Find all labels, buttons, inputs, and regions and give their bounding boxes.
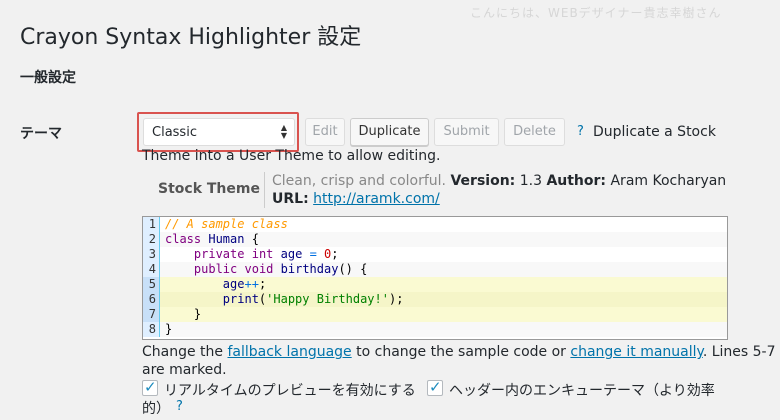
sample-note-line-2: are marked. <box>142 362 227 378</box>
line-number: 5 <box>143 277 160 292</box>
code-token: ); <box>388 292 404 306</box>
theme-description-line: Clean, crisp and colorful. Version: 1.3 … <box>272 173 726 189</box>
code-token: } <box>193 307 202 321</box>
code-token: age <box>222 277 245 291</box>
enqueue-theme-checkbox[interactable]: ✓ <box>427 378 443 396</box>
line-number: 7 <box>143 307 160 322</box>
code-token: { <box>251 232 259 246</box>
line-number: 8 <box>143 322 160 337</box>
code-line: 2 class Human { <box>143 232 727 247</box>
code-token: = <box>309 247 317 261</box>
line-number: 1 <box>143 217 160 232</box>
version-key: Version: <box>450 173 516 189</box>
checkmark-icon: ✓ <box>429 378 442 396</box>
line-number: 6 <box>143 292 160 307</box>
enqueue-theme-label: ヘッダー内のエンキューテーマ（より効率 <box>449 383 715 399</box>
help-text-line-1: Duplicate a Stock <box>593 124 716 140</box>
url-key: URL: <box>272 191 309 207</box>
theme-select[interactable]: Classic ▲ ▼ <box>143 118 295 146</box>
code-token: ; <box>331 247 339 261</box>
line-number: 4 <box>143 262 160 277</box>
page-title: Crayon Syntax Highlighter 設定 <box>20 25 362 50</box>
note-suffix: . Lines 5-7 <box>702 344 776 360</box>
code-token: class <box>165 232 202 246</box>
code-line-marked: 5 age++; <box>143 277 727 292</box>
note-middle: to change the sample code or <box>351 344 571 360</box>
code-line: 4 public void birthday() { <box>143 262 727 277</box>
code-token: int <box>251 247 274 261</box>
theme-url-line: URL: http://aramk.com/ <box>272 191 440 207</box>
code-token: print <box>222 292 259 306</box>
code-preview: 1 // A sample class 2 class Human { 3 pr… <box>142 216 728 340</box>
theme-label: テーマ <box>20 126 62 142</box>
edit-button[interactable]: Edit <box>305 118 345 146</box>
line-number: 3 <box>143 247 160 262</box>
code-token: ; <box>258 277 267 291</box>
enqueue-help-icon[interactable]: ? <box>176 399 183 414</box>
checkmark-icon: ✓ <box>144 378 157 396</box>
help-text-line-2: Theme into a User Theme to allow editing… <box>142 148 441 164</box>
author-value: Aram Kocharyan <box>610 173 727 189</box>
enqueue-theme-label-continued: 的） <box>142 401 170 417</box>
code-token: // A sample class <box>165 217 288 231</box>
code-token: void <box>244 262 274 276</box>
code-line: 1 // A sample class <box>143 217 727 232</box>
live-preview-checkbox[interactable]: ✓ <box>142 378 158 396</box>
delete-button[interactable]: Delete <box>504 118 565 146</box>
code-line-marked: 6 print('Happy Birthday!'); <box>143 292 727 307</box>
code-token: 'Happy Birthday!' <box>266 292 389 306</box>
change-manually-link[interactable]: change it manually <box>570 344 702 360</box>
code-token: private <box>193 247 245 261</box>
theme-select-value: Classic <box>152 125 197 140</box>
code-token: age <box>280 247 303 261</box>
help-icon[interactable]: ? <box>577 124 584 139</box>
code-token: public <box>193 262 238 276</box>
code-line: 8 } <box>143 322 727 337</box>
fallback-language-link[interactable]: fallback language <box>227 344 351 360</box>
line-number: 2 <box>143 232 160 247</box>
code-line-marked: 7 } <box>143 307 727 322</box>
code-token: ++ <box>244 277 259 291</box>
code-token: () { <box>338 262 368 276</box>
theme-url-link[interactable]: http://aramk.com/ <box>313 191 440 207</box>
section-title: 一般設定 <box>20 70 76 86</box>
version-value: 1.3 <box>519 173 542 189</box>
sample-note-line-1: Change the fallback language to change t… <box>142 344 776 360</box>
code-token: Human <box>208 232 245 246</box>
submit-button[interactable]: Submit <box>434 118 499 146</box>
code-token: } <box>165 322 173 336</box>
code-line: 3 private int age = 0; <box>143 247 727 262</box>
live-preview-label: リアルタイムのプレビューを有効にする <box>164 383 416 399</box>
duplicate-button[interactable]: Duplicate <box>350 118 429 146</box>
theme-description: Clean, crisp and colorful. <box>272 173 447 189</box>
faded-header-text: こんにちは、WEBデザイナー貴志幸樹さん <box>470 6 722 20</box>
author-key: Author: <box>546 173 607 189</box>
code-token: birthday <box>280 262 339 276</box>
note-prefix: Change the <box>142 344 228 360</box>
select-arrows-icon: ▲ ▼ <box>280 123 287 140</box>
theme-info-divider <box>264 172 265 208</box>
theme-info-label: Stock Theme <box>158 181 260 197</box>
